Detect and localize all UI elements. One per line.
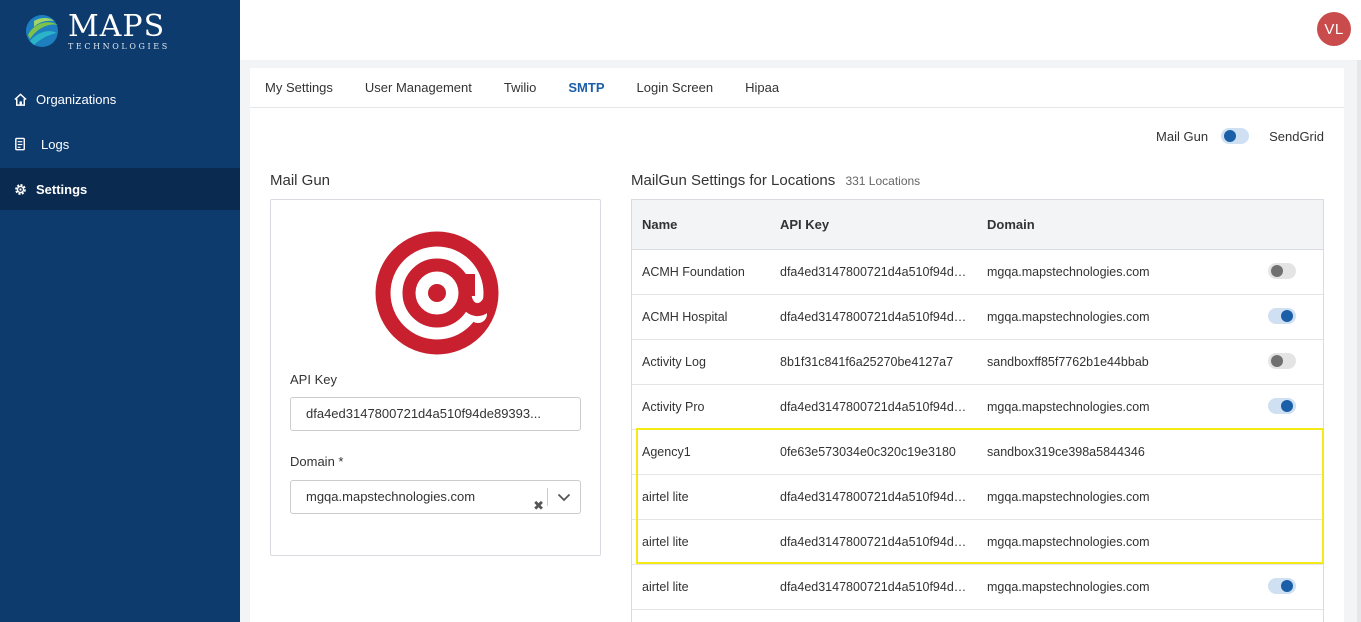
- edit-pencil-icon[interactable]: [1213, 356, 1226, 369]
- table-header: Name API Key Domain: [632, 200, 1323, 250]
- domain-select-value: mgqa.mapstechnologies.com: [306, 489, 476, 504]
- row-name: ACMH Foundation: [642, 265, 745, 279]
- top-bar: VL: [240, 0, 1361, 60]
- brand-subtitle: TECHNOLOGIES: [68, 41, 170, 51]
- edit-pencil-icon[interactable]: [1213, 536, 1226, 549]
- row-domain: mgqa.mapstechnologies.com: [987, 400, 1150, 414]
- settings-card: My Settings User Management Twilio SMTP …: [250, 68, 1344, 622]
- document-icon: [12, 136, 28, 152]
- sidebar-item-logs[interactable]: Logs: [0, 123, 240, 165]
- row-name: airtel lite: [642, 580, 689, 594]
- column-header-name: Name: [642, 217, 678, 232]
- settings-tabs: My Settings User Management Twilio SMTP …: [250, 68, 1344, 108]
- sidebar-item-organizations[interactable]: Organizations: [0, 78, 240, 120]
- row-domain: mgqa.mapstechnologies.com: [987, 265, 1150, 279]
- row-enabled-switch[interactable]: [1268, 308, 1296, 324]
- domain-label: Domain *: [290, 454, 344, 469]
- brand-name: MAPS: [68, 8, 166, 44]
- table-row: Activity Pro dfa4ed3147800721d4a510f94de8…: [632, 385, 1323, 430]
- chevron-down-icon[interactable]: [557, 491, 571, 503]
- row-api-key: dfa4ed3147800721d4a510f94de89393: [780, 580, 970, 594]
- api-key-input[interactable]: dfa4ed3147800721d4a510f94de89393...: [290, 397, 581, 431]
- sidebar: MAPS TECHNOLOGIES Organizations Logs Set…: [0, 0, 240, 622]
- row-name: Activity Pro: [642, 400, 705, 414]
- sidebar-item-label: Settings: [36, 181, 88, 197]
- home-icon: [12, 91, 28, 107]
- globe-logo-icon: [26, 15, 58, 47]
- row-domain: mgqa.mapstechnologies.com: [987, 490, 1150, 504]
- row-api-key: dfa4ed3147800721d4a510f94de89393: [780, 490, 970, 504]
- column-header-api-key: API Key: [780, 217, 830, 232]
- row-api-key: dfa4ed3147800721d4a510f94de89393: [780, 265, 970, 279]
- row-api-key: dfa4ed3147800721d4a510f94de89393: [780, 310, 970, 324]
- row-api-key: dfa4ed3147800721d4a510f94de89393: [780, 535, 970, 549]
- edit-pencil-icon[interactable]: [1213, 446, 1226, 459]
- table-row: ACMH Foundation dfa4ed3147800721d4a510f94…: [632, 250, 1323, 295]
- provider-left-label: Mail Gun: [1156, 128, 1209, 144]
- table-row: airtel lite dfa4ed3147800721d4a510f94de89…: [632, 565, 1323, 610]
- mailgun-settings-panel: API Key dfa4ed3147800721d4a510f94de89393…: [270, 199, 601, 556]
- locations-title: MailGun Settings for Locations 331 Locat…: [631, 172, 920, 189]
- column-header-domain: Domain: [987, 217, 1035, 232]
- edit-pencil-icon[interactable]: [1213, 266, 1226, 279]
- row-api-key: 0fe63e573034e0c320c19e3180: [780, 445, 956, 459]
- locations-title-text: MailGun Settings for Locations: [631, 172, 836, 189]
- edit-pencil-icon[interactable]: [1213, 491, 1226, 504]
- tab-twilio[interactable]: Twilio: [504, 68, 537, 108]
- row-domain: sandboxff85f7762b1e44bbab: [987, 355, 1149, 369]
- row-name: Agency1: [642, 445, 691, 459]
- user-avatar[interactable]: VL: [1317, 12, 1351, 46]
- edit-pencil-icon[interactable]: [1213, 401, 1226, 414]
- table-row: airtel lite dfa4ed3147800721d4a510f94de89…: [632, 520, 1323, 565]
- row-domain: sandbox319ce398a5844346: [987, 445, 1145, 459]
- sidebar-item-label: Logs: [41, 136, 70, 152]
- mailgun-at-logo-icon: [375, 231, 499, 355]
- edit-pencil-icon[interactable]: [1213, 581, 1226, 594]
- sidebar-item-label: Organizations: [36, 91, 117, 107]
- row-enabled-switch[interactable]: [1268, 263, 1296, 279]
- gear-icon: [12, 181, 28, 197]
- row-name: airtel lite: [642, 490, 689, 504]
- row-api-key: dfa4ed3147800721d4a510f94de89393: [780, 400, 970, 414]
- tab-login-screen[interactable]: Login Screen: [637, 68, 714, 108]
- brand-logo[interactable]: MAPS TECHNOLOGIES: [24, 10, 170, 52]
- row-name: airtel lite: [642, 535, 689, 549]
- row-name: Activity Log: [642, 355, 706, 369]
- edit-pencil-icon[interactable]: [1213, 311, 1226, 324]
- tab-user-management[interactable]: User Management: [365, 68, 472, 108]
- locations-table: Name API Key Domain ACMH Foundation dfa4e…: [631, 199, 1324, 622]
- row-api-key: 8b1f31c841f6a25270be4127a7: [780, 355, 954, 369]
- provider-toggle: Mail Gun SendGrid: [1156, 128, 1324, 144]
- table-row: Agency1 0fe63e573034e0c320c19e3180 sandbox…: [632, 430, 1323, 475]
- table-row: airtel lite dfa4ed3147800721d4a510f94de89…: [632, 475, 1323, 520]
- select-divider: [547, 488, 548, 506]
- provider-switch[interactable]: [1221, 128, 1250, 144]
- row-enabled-switch[interactable]: [1268, 353, 1296, 369]
- row-domain: mgqa.mapstechnologies.com: [987, 580, 1150, 594]
- row-domain: mgqa.mapstechnologies.com: [987, 535, 1150, 549]
- sidebar-item-settings[interactable]: Settings: [0, 168, 240, 210]
- table-row: Activity Log 8b1f31c841f6a25270be4127a7 sa…: [632, 340, 1323, 385]
- row-enabled-switch[interactable]: [1268, 398, 1296, 414]
- provider-right-label: SendGrid: [1269, 128, 1324, 144]
- tab-my-settings[interactable]: My Settings: [265, 68, 333, 108]
- domain-select[interactable]: mgqa.mapstechnologies.com ✖: [290, 480, 581, 514]
- page-scrollbar[interactable]: [1357, 60, 1361, 622]
- locations-count: 331 Locations: [845, 174, 921, 188]
- tab-hipaa[interactable]: Hipaa: [745, 68, 779, 108]
- table-row: ACMH Hospital dfa4ed3147800721d4a510f94de…: [632, 295, 1323, 340]
- row-enabled-switch[interactable]: [1268, 578, 1296, 594]
- tab-smtp[interactable]: SMTP: [568, 68, 604, 108]
- row-domain: mgqa.mapstechnologies.com: [987, 310, 1150, 324]
- row-name: ACMH Hospital: [642, 310, 728, 324]
- clear-icon[interactable]: ✖: [533, 490, 544, 513]
- mailgun-section-title: Mail Gun: [270, 172, 331, 189]
- api-key-label: API Key: [290, 372, 337, 387]
